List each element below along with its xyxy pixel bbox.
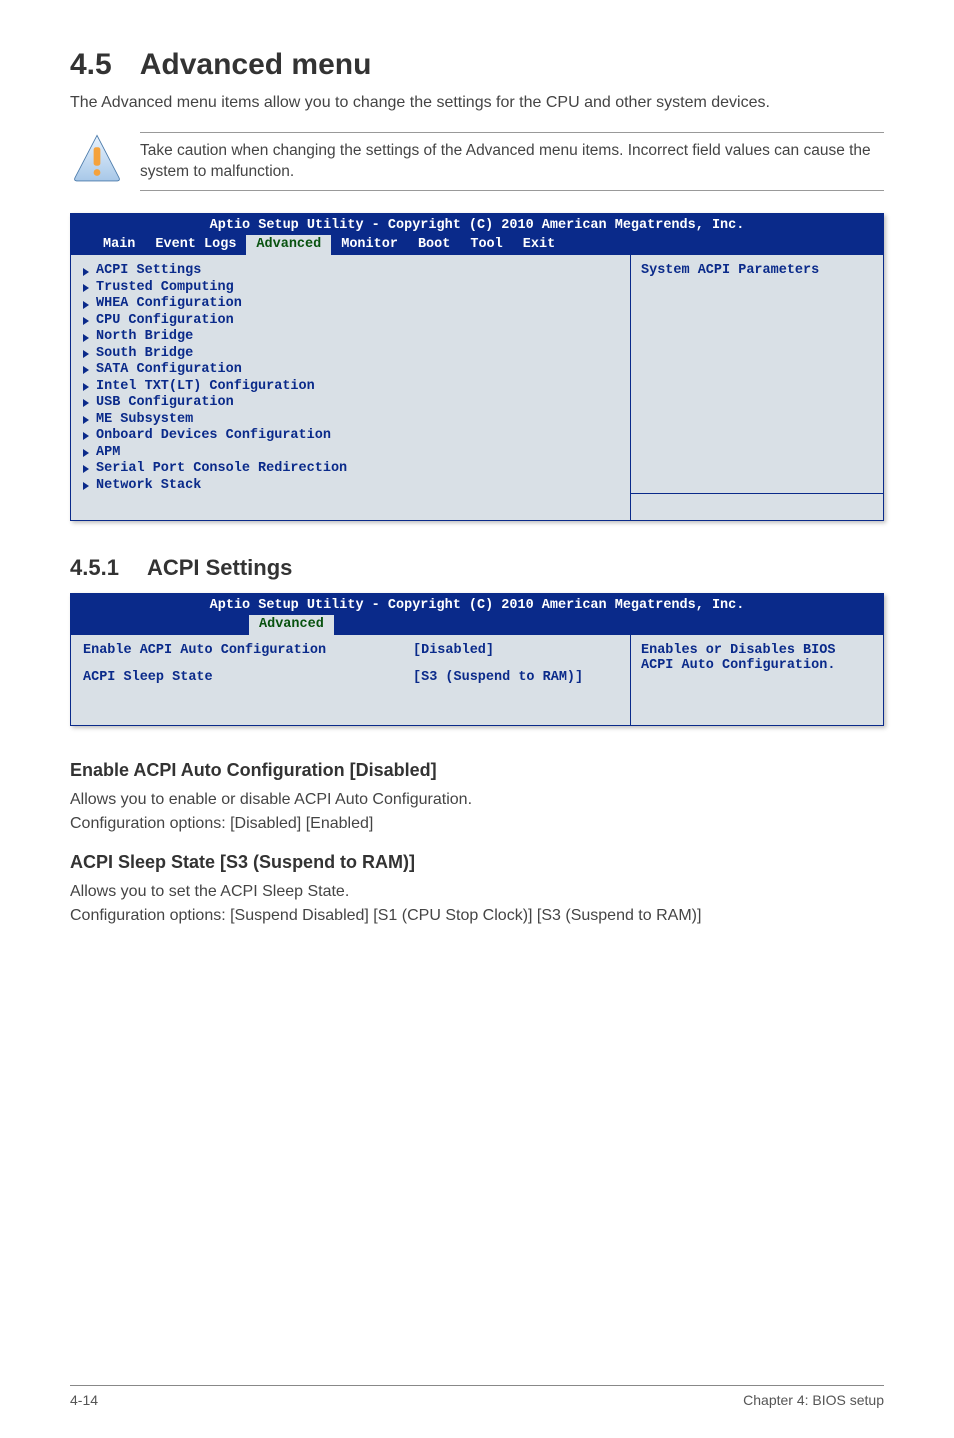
menu-item-label: ACPI Settings — [96, 263, 201, 279]
menu-item: North Bridge — [83, 329, 618, 345]
bios-title: Aptio Setup Utility - Copyright (C) 2010… — [79, 218, 875, 233]
bios-help-bottom — [631, 494, 883, 520]
menu-item-label: Trusted Computing — [96, 280, 234, 296]
bios-tab-bar: Main Event Logs Advanced Monitor Boot To… — [79, 235, 875, 255]
triangle-icon — [83, 284, 89, 292]
chapter-label: Chapter 4: BIOS setup — [743, 1392, 884, 1408]
triangle-icon — [83, 416, 89, 424]
section-number: 4.5 — [70, 48, 112, 82]
subsection-title-text: ACPI Settings — [147, 555, 292, 580]
triangle-icon — [83, 399, 89, 407]
intro-paragraph: The Advanced menu items allow you to cha… — [70, 92, 884, 114]
setting2-desc: Allows you to set the ACPI Sleep State. — [70, 881, 884, 903]
bios-settings-list: Enable ACPI Auto Configuration [Disabled… — [71, 635, 631, 725]
bios-title: Aptio Setup Utility - Copyright (C) 2010… — [79, 598, 875, 613]
triangle-icon — [83, 366, 89, 374]
triangle-icon — [83, 334, 89, 342]
section-title-text: Advanced menu — [140, 48, 372, 81]
triangle-icon — [83, 383, 89, 391]
section-heading: 4.5 Advanced menu — [70, 48, 884, 82]
bios-tab-bar: Advanced — [79, 615, 875, 635]
menu-item-label: Network Stack — [96, 478, 201, 494]
bios-help-pane: System ACPI Parameters — [631, 255, 883, 520]
triangle-icon — [83, 465, 89, 473]
bios-tab-monitor: Monitor — [331, 235, 408, 255]
menu-item: South Bridge — [83, 346, 618, 362]
setting-value: [Disabled] — [413, 643, 494, 660]
bios-tab-main: Main — [93, 235, 145, 255]
menu-item: APM — [83, 445, 618, 461]
triangle-icon — [83, 268, 89, 276]
bios-body: Enable ACPI Auto Configuration [Disabled… — [71, 635, 883, 725]
setting1-options: Configuration options: [Disabled] [Enabl… — [70, 813, 884, 835]
menu-item-label: SATA Configuration — [96, 362, 242, 378]
triangle-icon — [83, 482, 89, 490]
bios-help-pane: Enables or Disables BIOS ACPI Auto Confi… — [631, 635, 883, 725]
setting2-options: Configuration options: [Suspend Disabled… — [70, 905, 884, 927]
bios-tab-advanced: Advanced — [246, 235, 331, 255]
subsection-heading: 4.5.1 ACPI Settings — [70, 555, 884, 581]
caution-icon — [70, 132, 124, 186]
bios-advanced-menu-screenshot: Aptio Setup Utility - Copyright (C) 2010… — [70, 213, 884, 521]
triangle-icon — [83, 449, 89, 457]
bios-tab-eventlogs: Event Logs — [145, 235, 246, 255]
triangle-icon — [83, 317, 89, 325]
menu-item: ACPI Settings — [83, 263, 618, 279]
menu-item-label: North Bridge — [96, 329, 193, 345]
note-text: Take caution when changing the settings … — [140, 141, 884, 183]
menu-item: CPU Configuration — [83, 313, 618, 329]
triangle-icon — [83, 301, 89, 309]
menu-item-label: WHEA Configuration — [96, 296, 242, 312]
menu-item-label: Intel TXT(LT) Configuration — [96, 379, 315, 395]
menu-item-label: USB Configuration — [96, 395, 234, 411]
spacer — [83, 660, 618, 670]
menu-item-label: Onboard Devices Configuration — [96, 428, 331, 444]
menu-item-label: ME Subsystem — [96, 412, 193, 428]
menu-item-label: CPU Configuration — [96, 313, 234, 329]
menu-item-label: South Bridge — [96, 346, 193, 362]
page-footer: 4-14 Chapter 4: BIOS setup — [70, 1385, 884, 1408]
bios-help-text: System ACPI Parameters — [631, 255, 883, 494]
menu-item: Intel TXT(LT) Configuration — [83, 379, 618, 395]
page-number: 4-14 — [70, 1392, 98, 1408]
bios-tab-exit: Exit — [513, 235, 565, 255]
bios-tab-boot: Boot — [408, 235, 460, 255]
bios-tab-tool: Tool — [460, 235, 512, 255]
bios-header: Aptio Setup Utility - Copyright (C) 2010… — [71, 594, 883, 635]
bios-acpi-settings-screenshot: Aptio Setup Utility - Copyright (C) 2010… — [70, 593, 884, 726]
caution-note: Take caution when changing the settings … — [70, 132, 884, 192]
setting-row: ACPI Sleep State [S3 (Suspend to RAM)] — [83, 670, 618, 687]
setting2-heading: ACPI Sleep State [S3 (Suspend to RAM)] — [70, 852, 884, 873]
setting-value: [S3 (Suspend to RAM)] — [413, 670, 583, 687]
bios-header: Aptio Setup Utility - Copyright (C) 2010… — [71, 214, 883, 255]
setting-row: Enable ACPI Auto Configuration [Disabled… — [83, 643, 618, 660]
menu-item: Network Stack — [83, 478, 618, 494]
menu-item: Onboard Devices Configuration — [83, 428, 618, 444]
menu-item: USB Configuration — [83, 395, 618, 411]
setting1-desc: Allows you to enable or disable ACPI Aut… — [70, 789, 884, 811]
triangle-icon — [83, 350, 89, 358]
menu-item: SATA Configuration — [83, 362, 618, 378]
setting1-heading: Enable ACPI Auto Configuration [Disabled… — [70, 760, 884, 781]
setting-label: ACPI Sleep State — [83, 670, 413, 687]
bios-menu-list: ACPI Settings Trusted Computing WHEA Con… — [71, 255, 631, 520]
menu-item-label: APM — [96, 445, 120, 461]
menu-item: Serial Port Console Redirection — [83, 461, 618, 477]
menu-item: WHEA Configuration — [83, 296, 618, 312]
subsection-number: 4.5.1 — [70, 555, 119, 581]
note-text-container: Take caution when changing the settings … — [140, 132, 884, 192]
menu-item-label: Serial Port Console Redirection — [96, 461, 347, 477]
menu-item: Trusted Computing — [83, 280, 618, 296]
bios-tab-advanced: Advanced — [249, 615, 334, 635]
bios-body: ACPI Settings Trusted Computing WHEA Con… — [71, 255, 883, 520]
bios-help-text: Enables or Disables BIOS ACPI Auto Confi… — [631, 635, 883, 725]
setting-label: Enable ACPI Auto Configuration — [83, 643, 413, 660]
menu-item: ME Subsystem — [83, 412, 618, 428]
triangle-icon — [83, 432, 89, 440]
